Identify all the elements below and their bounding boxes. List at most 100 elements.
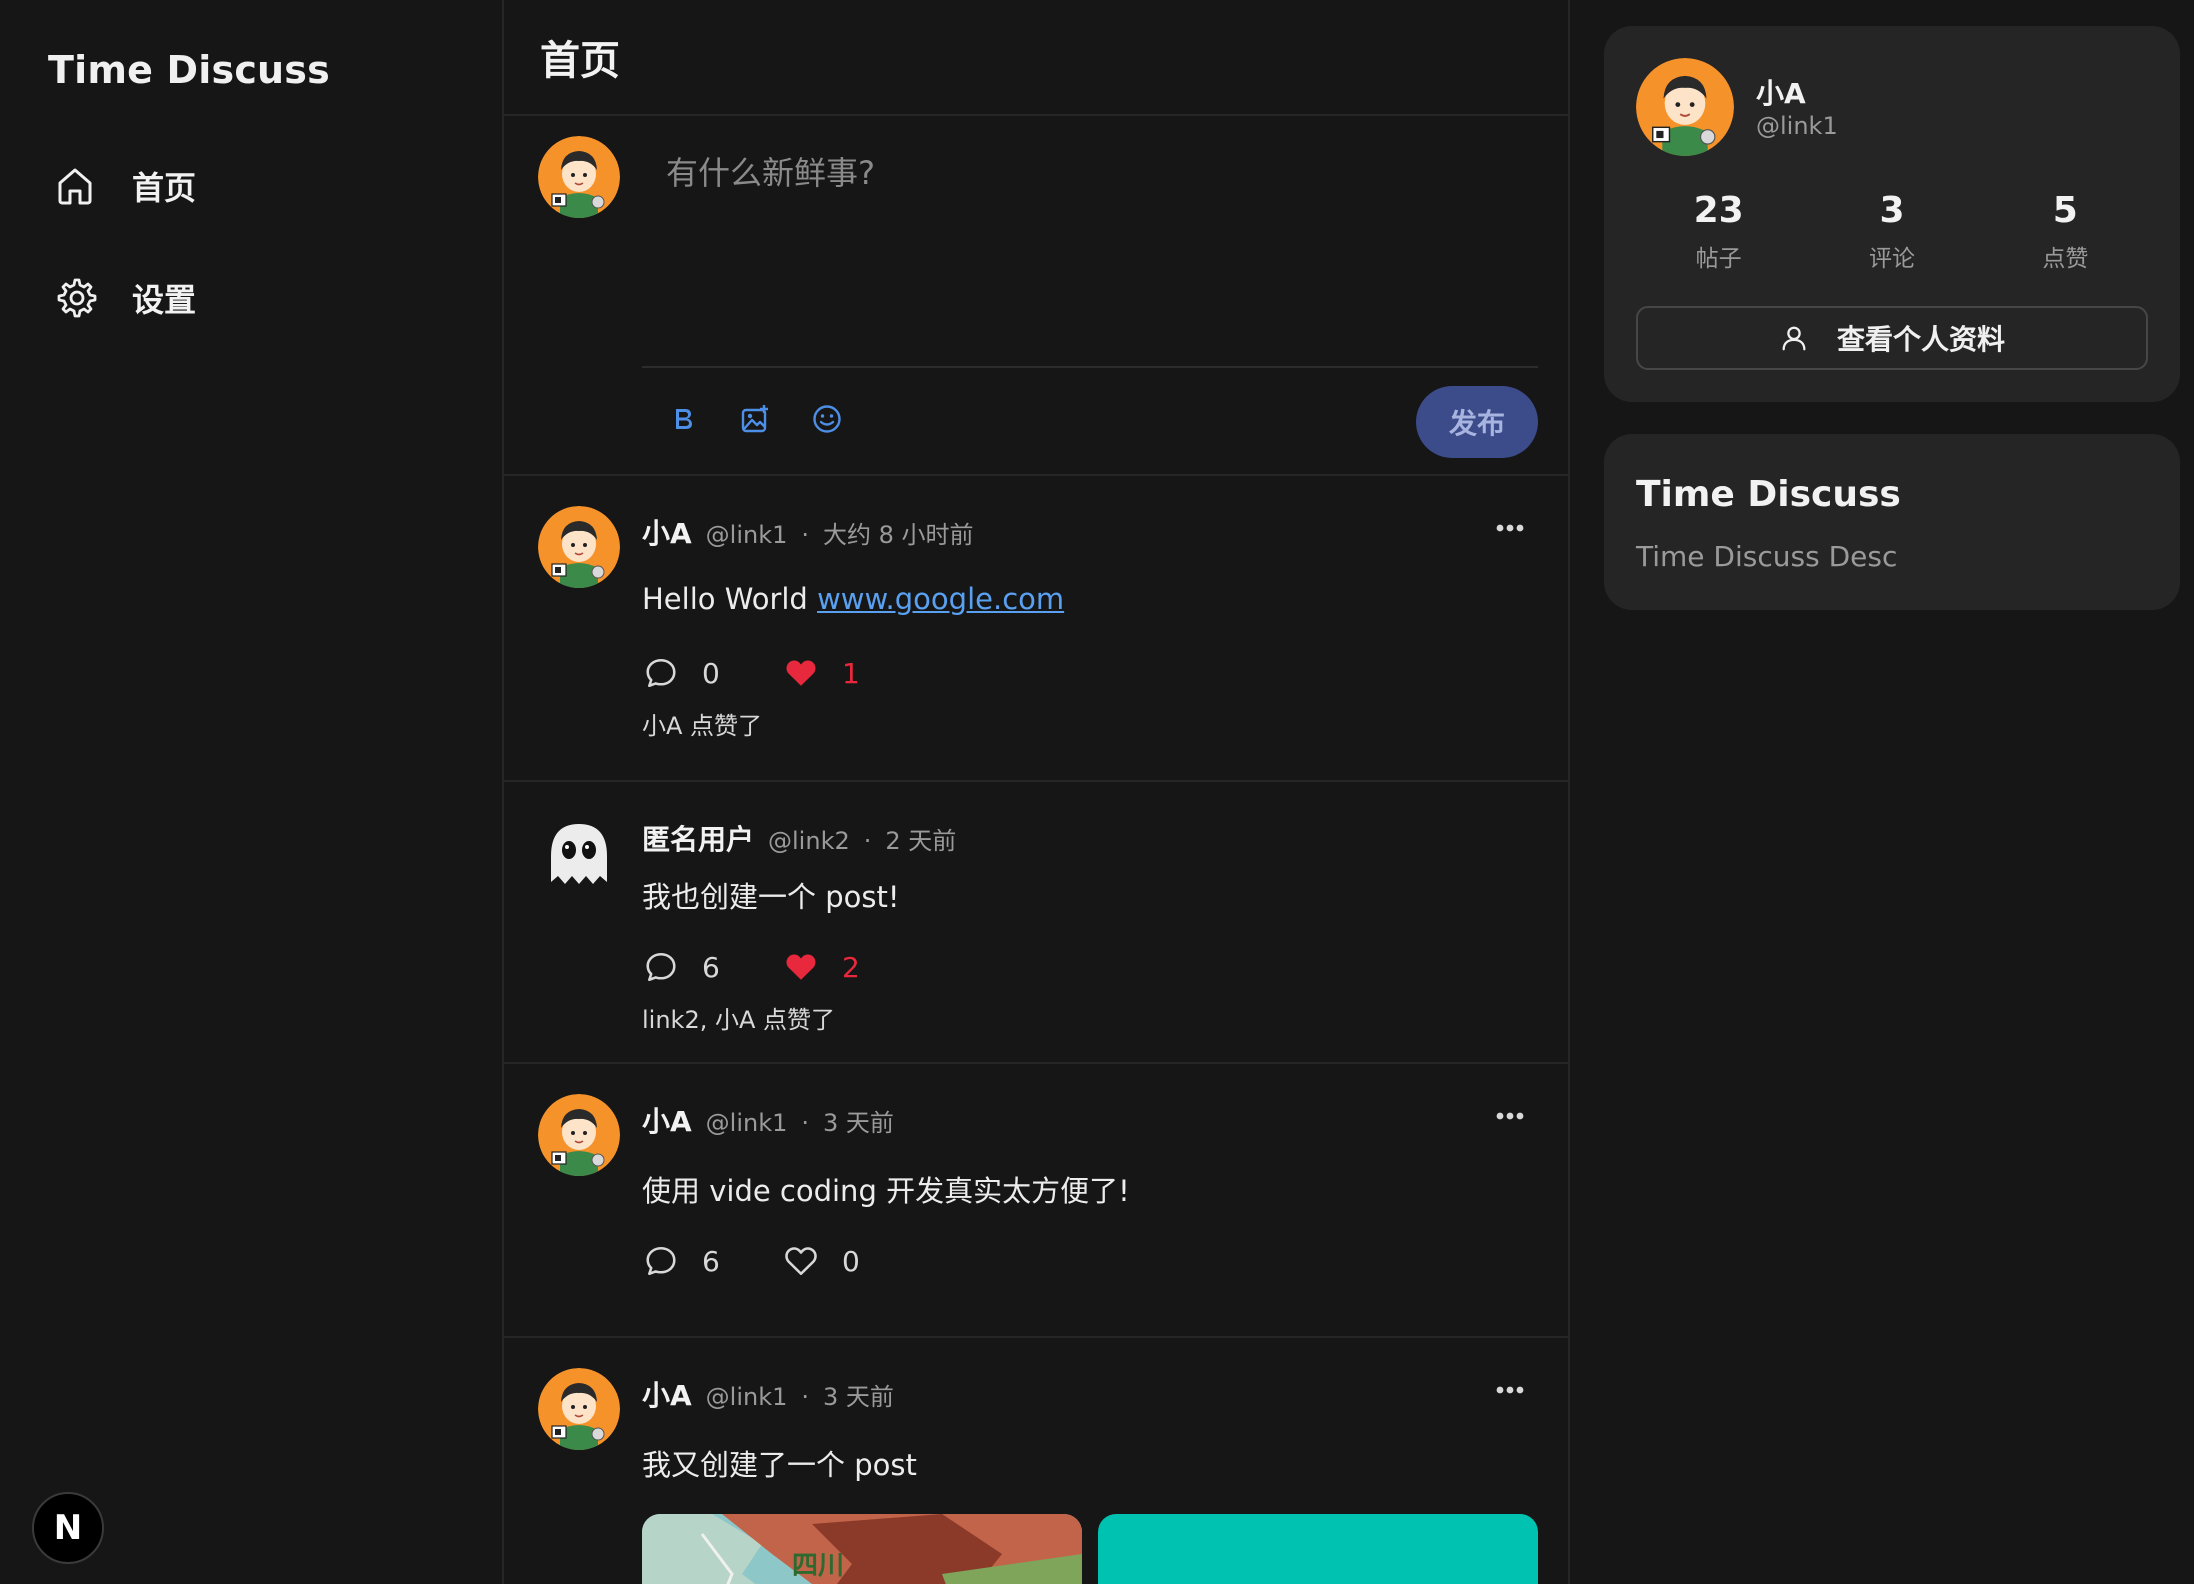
comment-count: 6 — [702, 950, 720, 984]
post-content: 我也创建一个 post! — [642, 880, 900, 914]
comment-button[interactable]: 6 — [644, 1244, 784, 1278]
composer-input[interactable]: 有什么新鲜事? — [666, 148, 875, 194]
brand-title[interactable]: Time Discuss — [48, 48, 330, 92]
more-options-icon[interactable] — [1488, 1104, 1532, 1128]
stat-likes-label: 点赞 — [2042, 246, 2089, 272]
home-icon — [58, 168, 92, 205]
post-timestamp: 3 天前 — [823, 1383, 894, 1411]
post-author-name[interactable]: 小A — [642, 512, 692, 552]
composer-divider — [642, 366, 1538, 368]
view-profile-label: 查看个人资料 — [1836, 323, 2005, 356]
bold-icon[interactable] — [662, 398, 704, 440]
dev-badge[interactable]: N — [32, 1492, 104, 1564]
post-author-handle: @link2 — [768, 827, 850, 855]
stat-comments-value: 3 — [1879, 190, 1905, 231]
post-header: 小A @link1 · 3 天前 — [642, 1100, 894, 1140]
post-image-gallery: 四川 — [642, 1514, 1538, 1584]
post-image-teal[interactable] — [1098, 1514, 1538, 1584]
comment-count: 0 — [702, 656, 720, 690]
more-options-icon[interactable] — [1488, 1378, 1532, 1402]
left-sidebar: Time Discuss 首页 设置 N — [0, 0, 504, 1584]
post-actions: 6 2 — [644, 950, 860, 984]
post-composer: 有什么新鲜事? 发布 — [504, 116, 1568, 476]
post-author-avatar[interactable] — [538, 506, 620, 588]
post-item: 小A @link1 · 3 天前 使用 vide coding 开发真实太方便了… — [504, 1064, 1568, 1338]
post-header: 小A @link1 · 大约 8 小时前 — [642, 512, 974, 552]
stat-comments: 3 评论 — [1812, 190, 1972, 273]
main-feed: 首页 有什么新鲜事? 发布 小A @link1 · 大约 8 小时前 Hello… — [504, 0, 1570, 1584]
profile-card: 小A @link1 23 帖子 3 评论 5 点赞 查看个人资料 — [1604, 26, 2180, 402]
comment-icon — [644, 1244, 678, 1278]
map-region-label: 四川 — [792, 1551, 844, 1581]
post-author-name[interactable]: 匿名用户 — [642, 818, 754, 858]
post-author-handle: @link1 — [705, 1109, 788, 1137]
comment-icon — [644, 950, 678, 984]
emoji-icon[interactable] — [806, 398, 848, 440]
profile-name: 小A — [1756, 77, 1806, 110]
profile-avatar[interactable] — [1636, 58, 1734, 156]
stat-posts: 23 帖子 — [1639, 190, 1799, 273]
composer-toolbar — [662, 398, 848, 440]
heart-outline-icon — [784, 1244, 818, 1278]
separator-dot: · — [801, 1383, 810, 1411]
post-author-avatar[interactable] — [538, 812, 620, 894]
post-author-handle: @link1 — [705, 1383, 788, 1411]
nav-item-settings-label: 设置 — [132, 281, 197, 319]
comment-button[interactable]: 0 — [644, 656, 784, 690]
separator-dot: · — [863, 827, 872, 855]
post-item: 小A @link1 · 3 天前 我又创建了一个 post 四川 — [504, 1338, 1568, 1584]
post-item: 小A @link1 · 大约 8 小时前 Hello World www.goo… — [504, 476, 1568, 782]
about-title: Time Discuss — [1636, 474, 1901, 515]
publish-button[interactable]: 发布 — [1416, 386, 1538, 458]
post-author-name[interactable]: 小A — [642, 1374, 692, 1414]
post-content: 我又创建了一个 post — [642, 1448, 917, 1482]
profile-stats: 23 帖子 3 评论 5 点赞 — [1604, 190, 2180, 273]
post-header: 小A @link1 · 3 天前 — [642, 1374, 894, 1414]
gear-icon — [57, 278, 97, 318]
like-button[interactable]: 0 — [784, 1244, 860, 1278]
right-sidebar: 小A @link1 23 帖子 3 评论 5 点赞 查看个人资料 Time Di… — [1570, 0, 2194, 1584]
post-image-map[interactable]: 四川 — [642, 1514, 1082, 1584]
stat-posts-label: 帖子 — [1695, 246, 1742, 272]
post-link[interactable]: www.google.com — [817, 582, 1064, 616]
nav-item-settings[interactable]: 设置 — [52, 258, 452, 338]
like-count: 1 — [842, 656, 860, 690]
about-description: Time Discuss Desc — [1636, 540, 1898, 573]
post-content: 使用 vide coding 开发真实太方便了! — [642, 1174, 1130, 1208]
user-icon — [1782, 326, 1806, 351]
comment-button[interactable]: 6 — [644, 950, 784, 984]
post-author-avatar[interactable] — [538, 1368, 620, 1450]
more-options-icon[interactable] — [1488, 516, 1532, 540]
comment-icon — [644, 656, 678, 690]
post-text: Hello World — [642, 582, 818, 616]
post-content: Hello World www.google.com — [642, 582, 1064, 616]
about-card: Time Discuss Time Discuss Desc — [1604, 434, 2180, 610]
profile-handle: @link1 — [1756, 112, 1838, 140]
app-root: Time Discuss 首页 设置 N 首页 有什么新鲜事? 发布 小A @l… — [0, 0, 2194, 1584]
post-timestamp: 大约 8 小时前 — [823, 521, 974, 549]
post-author-handle: @link1 — [705, 521, 788, 549]
post-item: 匿名用户 @link2 · 2 天前 我也创建一个 post! 6 2 link… — [504, 782, 1568, 1064]
post-actions: 0 1 — [644, 656, 860, 690]
stat-likes: 5 点赞 — [1985, 190, 2145, 273]
like-count: 2 — [842, 950, 860, 984]
like-count: 0 — [842, 1244, 860, 1278]
stat-likes-value: 5 — [2052, 190, 2078, 231]
like-button[interactable]: 2 — [784, 950, 860, 984]
post-header: 匿名用户 @link2 · 2 天前 — [642, 818, 956, 858]
post-likers: link2, 小A 点赞了 — [642, 1006, 836, 1034]
heart-filled-icon — [784, 950, 818, 984]
post-likers: 小A 点赞了 — [642, 712, 763, 740]
image-add-icon[interactable] — [734, 398, 776, 440]
map-image: 四川 — [642, 1514, 1082, 1584]
post-author-avatar[interactable] — [538, 1094, 620, 1176]
post-author-name[interactable]: 小A — [642, 1100, 692, 1140]
view-profile-button[interactable]: 查看个人资料 — [1636, 306, 2148, 370]
nav-item-home[interactable]: 首页 — [52, 146, 452, 226]
like-button[interactable]: 1 — [784, 656, 860, 690]
heart-filled-icon — [784, 656, 818, 690]
composer-avatar — [538, 136, 620, 218]
separator-dot: · — [801, 1109, 810, 1137]
post-actions: 6 0 — [644, 1244, 860, 1278]
post-timestamp: 2 天前 — [885, 827, 957, 855]
